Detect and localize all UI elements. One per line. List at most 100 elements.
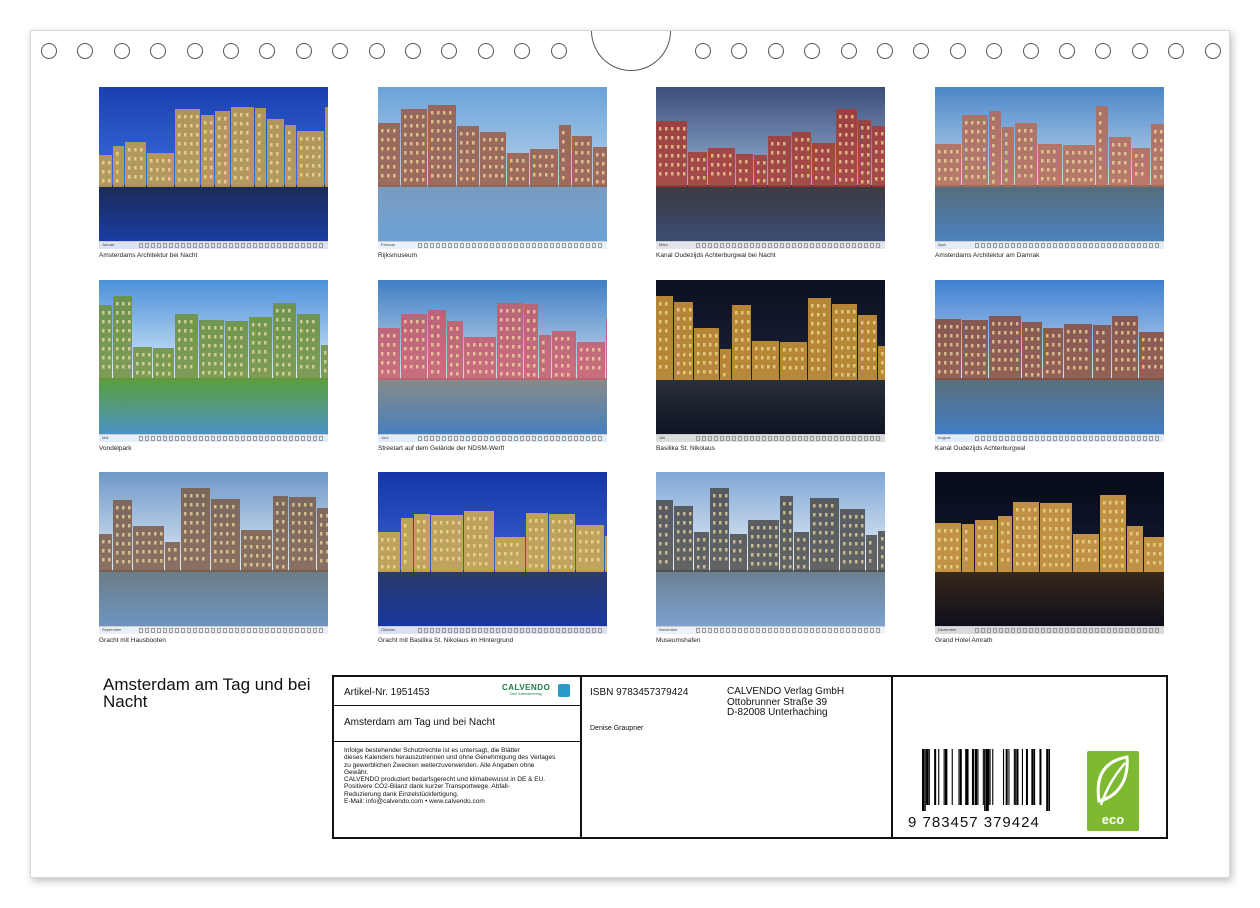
day-cell: [466, 436, 470, 441]
day-cell: [514, 243, 518, 248]
photo-caption: Amsterdams Architektur am Damrak: [935, 252, 1040, 259]
day-cell: [514, 436, 518, 441]
day-cell: [1023, 436, 1027, 441]
day-cell: [235, 243, 239, 248]
day-cell: [574, 243, 578, 248]
day-cell: [1059, 243, 1063, 248]
binding-ring: [550, 43, 567, 59]
day-cell: [1041, 628, 1045, 633]
day-cell: [253, 436, 257, 441]
day-cell: [460, 436, 464, 441]
eco-label: eco: [1101, 812, 1125, 827]
day-cell: [870, 243, 874, 248]
day-cell: [520, 436, 524, 441]
day-cell: [508, 243, 512, 248]
day-cell: [1137, 628, 1141, 633]
day-cell: [1101, 628, 1105, 633]
binding-ring: [113, 43, 130, 59]
day-cell: [259, 628, 263, 633]
day-cell: [810, 628, 814, 633]
day-cell: [816, 628, 820, 633]
day-cell: [319, 628, 323, 633]
day-cell: [235, 628, 239, 633]
photo-caption: Museumshafen: [656, 637, 701, 644]
day-cell: [301, 243, 305, 248]
day-cell: [858, 436, 862, 441]
day-cell: [846, 436, 850, 441]
binding-ring: [41, 43, 57, 59]
month-label: Dezember: [938, 627, 957, 632]
day-cell: [702, 436, 706, 441]
day-cell: [592, 436, 596, 441]
month-strip: Januar: [99, 241, 328, 249]
day-cell: [295, 436, 299, 441]
day-cell: [720, 436, 724, 441]
day-cell: [175, 243, 179, 248]
day-cell: [1023, 243, 1027, 248]
binding-ring: [223, 43, 239, 59]
day-cell: [157, 628, 161, 633]
article-number: Artikel-Nr. 1951453: [344, 687, 430, 698]
binding-ring: [405, 43, 421, 59]
day-cell: [1053, 628, 1057, 633]
binding-ring: [332, 43, 349, 59]
day-cell: [1089, 243, 1093, 248]
day-cell: [1071, 243, 1075, 248]
day-cell: [798, 628, 802, 633]
day-cell: [223, 243, 227, 248]
day-cell: [430, 628, 434, 633]
calvendo-logo-sub: Dein Kalenderverlag: [510, 692, 542, 696]
day-cell: [744, 243, 748, 248]
day-cell: [1059, 628, 1063, 633]
day-cell: [211, 628, 215, 633]
day-cell: [187, 436, 191, 441]
day-cell: [289, 436, 293, 441]
day-cell: [1083, 436, 1087, 441]
day-cell: [1059, 436, 1063, 441]
day-cell: [139, 243, 143, 248]
day-cell: [496, 436, 500, 441]
day-cell: [151, 436, 155, 441]
day-cell: [448, 243, 452, 248]
day-cell: [472, 436, 476, 441]
publisher-address: CALVENDO Verlag GmbH Ottobrunner Straße 3…: [727, 686, 844, 719]
day-cell: [834, 243, 838, 248]
photo-caption: Grand Hotel Amrath: [935, 637, 993, 644]
day-cell: [241, 243, 245, 248]
day-cell: [436, 436, 440, 441]
day-cell: [1143, 243, 1147, 248]
day-cell: [780, 628, 784, 633]
day-cell: [592, 628, 596, 633]
day-cell: [253, 243, 257, 248]
day-cell: [193, 243, 197, 248]
photo-caption: Gracht mit Hausbooten: [99, 637, 166, 644]
day-cell: [714, 243, 718, 248]
day-cell: [169, 436, 173, 441]
day-cell: [151, 243, 155, 248]
day-cell: [1137, 436, 1141, 441]
binding-ring: [514, 43, 531, 59]
legal-line: Infolge bestehender Schutzrechte ist es …: [344, 747, 520, 754]
day-cell: [241, 436, 245, 441]
day-cell: [726, 628, 730, 633]
divider: [334, 741, 580, 742]
binding-ring: [949, 43, 966, 59]
day-cell: [810, 243, 814, 248]
day-cell: [454, 436, 458, 441]
day-cell: [720, 243, 724, 248]
day-cell: [424, 436, 428, 441]
month-label: September: [102, 627, 122, 632]
day-cell: [840, 243, 844, 248]
day-cell: [1047, 243, 1051, 248]
day-cell: [987, 628, 991, 633]
day-cell: [1101, 243, 1105, 248]
day-cell: [1131, 243, 1135, 248]
day-cell: [1029, 628, 1033, 633]
day-cell: [187, 243, 191, 248]
day-cell: [289, 628, 293, 633]
binding-ring: [1022, 43, 1039, 59]
month-label: April: [938, 242, 947, 247]
day-cell: [1155, 243, 1159, 248]
legal-line: dieses Kalenders herauszutrennen und ohn…: [344, 754, 556, 762]
day-cell: [1005, 436, 1009, 441]
